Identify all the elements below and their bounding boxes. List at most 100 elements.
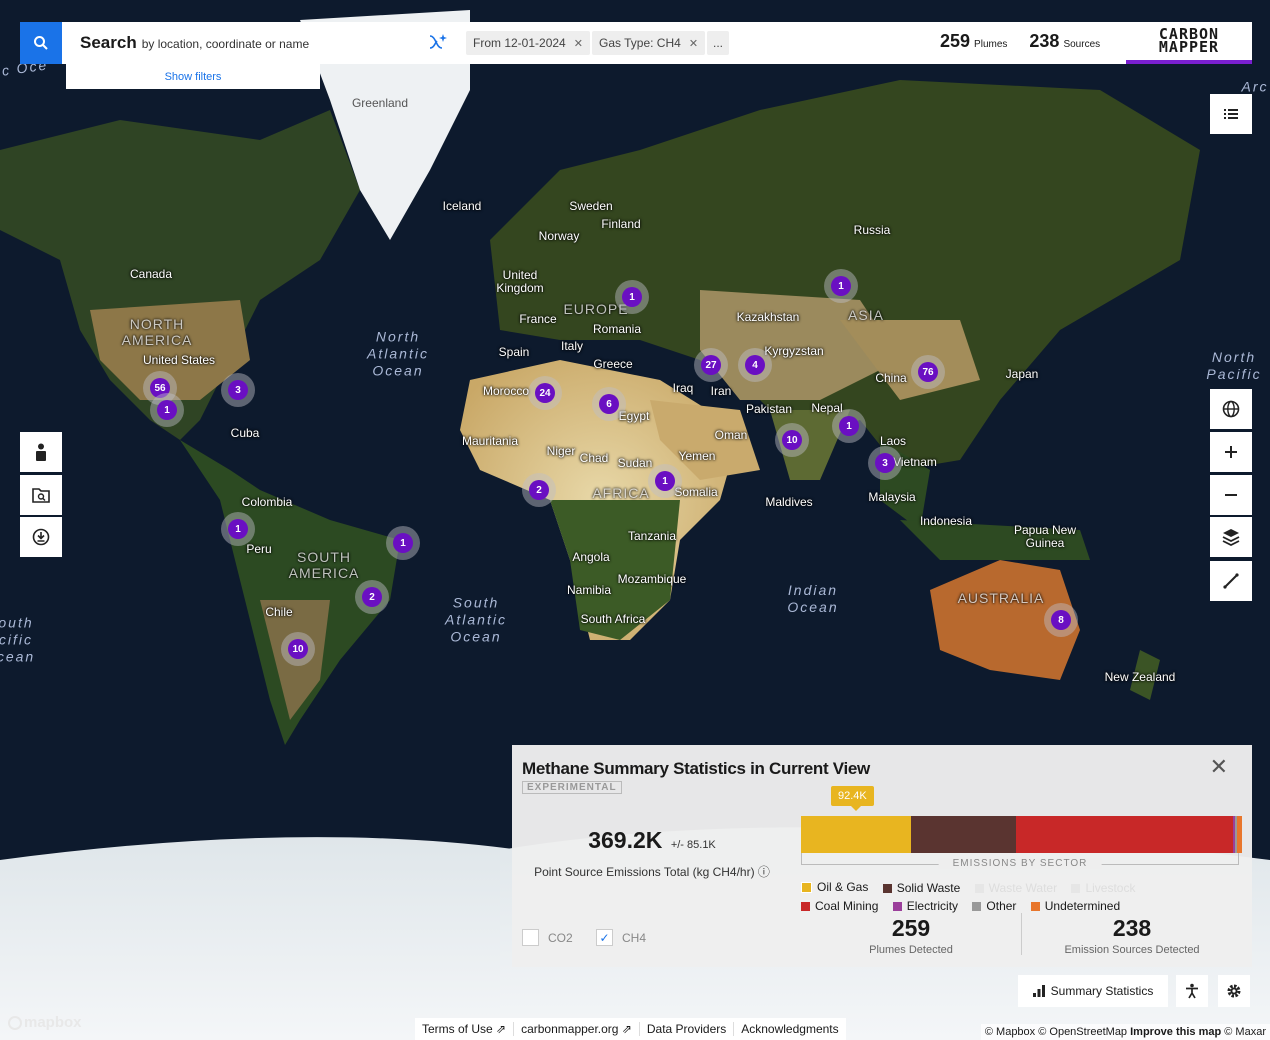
list-view-button[interactable] — [1210, 94, 1252, 134]
search-placeholder: by location, coordinate or name — [141, 37, 310, 51]
plume-cluster-marker[interactable]: 1 — [648, 464, 682, 498]
checkbox-co2[interactable] — [522, 929, 539, 946]
map-label-russia: Russia — [853, 223, 891, 237]
filter-sparkle-icon[interactable] — [428, 32, 448, 52]
plume-cluster-marker[interactable]: 2 — [355, 580, 389, 614]
layers-button[interactable] — [1210, 517, 1252, 557]
summary-statistics-label: Summary Statistics — [1050, 984, 1154, 998]
show-filters-link[interactable]: Show filters — [66, 64, 320, 89]
acknowledgments-link[interactable]: Acknowledgments — [734, 1022, 845, 1036]
plume-cluster-marker[interactable]: 1 — [150, 393, 184, 427]
plume-cluster-marker[interactable]: 3 — [221, 373, 255, 407]
search-button[interactable] — [20, 22, 62, 64]
plumes-count: 259 Plumes — [940, 31, 1008, 51]
checkbox-ch4[interactable]: ✓ — [596, 929, 613, 946]
attribution-osm[interactable]: © OpenStreetMap — [1038, 1026, 1127, 1038]
legend-item[interactable]: Waste Water — [974, 880, 1057, 897]
summary-statistics-button[interactable]: Summary Statistics — [1018, 975, 1168, 1007]
map-label-kazakhstan: Kazakhstan — [736, 310, 800, 324]
legend-item[interactable]: Oil & Gas — [801, 879, 868, 896]
legend-item[interactable]: Electricity — [892, 898, 958, 915]
plume-cluster-marker[interactable]: 1 — [615, 280, 649, 314]
search-input[interactable]: Search by location, coordinate or name — [80, 33, 309, 53]
download-icon — [32, 528, 50, 546]
sector-emissions-bar[interactable] — [801, 816, 1242, 853]
map-label-sudan: Sudan — [617, 456, 653, 470]
mapbox-logo[interactable]: mapbox — [8, 1014, 82, 1031]
plume-cluster-marker[interactable]: 10 — [281, 632, 315, 666]
attribution-maxar[interactable]: © Maxar — [1224, 1026, 1266, 1038]
terms-link[interactable]: Terms of Use ⇗ — [415, 1022, 515, 1036]
bar-segment-solid-waste[interactable] — [911, 816, 1016, 853]
plume-cluster-marker[interactable]: 1 — [832, 409, 866, 443]
zoom-in-button[interactable] — [1210, 432, 1252, 472]
plume-cluster-marker[interactable]: 6 — [592, 387, 626, 421]
plume-cluster-marker[interactable]: 3 — [868, 446, 902, 480]
map-label-namibia: Namibia — [566, 583, 612, 597]
map-label-norway: Norway — [538, 229, 580, 243]
carbonmapper-link[interactable]: carbonmapper.org ⇗ — [514, 1022, 640, 1036]
map-label-oman: Oman — [714, 428, 748, 442]
bar-tooltip: 92.4K — [831, 786, 874, 811]
map-label-iraq: Iraq — [672, 381, 694, 395]
gas-toggle-co2[interactable]: CO2 — [522, 929, 573, 946]
data-providers-link[interactable]: Data Providers — [640, 1022, 735, 1036]
map-label-north-america: NORTH AMERICA — [121, 316, 193, 348]
plume-cluster-marker[interactable]: 1 — [221, 512, 255, 546]
filter-chip-gas[interactable]: Gas Type: CH4 ✕ — [592, 31, 706, 55]
improve-map-link[interactable]: Improve this map — [1130, 1026, 1221, 1038]
plume-cluster-marker[interactable]: 4 — [738, 348, 772, 382]
map-label-greenland: Greenland — [351, 96, 409, 110]
sources-detected-label: Emission Sources Detected — [1064, 944, 1200, 956]
map-label-south-atlantic: South Atlantic Ocean — [445, 594, 507, 645]
map-label-indian-ocean: Indian Ocean — [787, 582, 839, 615]
plume-cluster-marker[interactable]: 1 — [386, 526, 420, 560]
person-button[interactable] — [20, 432, 62, 472]
zoom-out-button[interactable] — [1210, 475, 1252, 515]
list-icon — [1224, 109, 1238, 119]
plume-cluster-marker[interactable]: 76 — [911, 355, 945, 389]
plume-cluster-marker[interactable]: 24 — [528, 376, 562, 410]
accessibility-button[interactable] — [1176, 975, 1208, 1007]
plume-cluster-marker[interactable]: 8 — [1044, 603, 1078, 637]
legend-item[interactable]: Other — [972, 898, 1016, 915]
map-label-malaysia: Malaysia — [868, 490, 916, 504]
legend-item[interactable]: Solid Waste — [882, 880, 960, 897]
gas-toggle-ch4[interactable]: ✓ CH4 — [596, 929, 646, 946]
map-label-iran: Iran — [710, 384, 732, 398]
filter-chip-date[interactable]: From 12-01-2024 ✕ — [466, 31, 590, 55]
person-icon — [36, 443, 46, 461]
download-button[interactable] — [20, 517, 62, 557]
plume-cluster-marker[interactable]: 1 — [824, 269, 858, 303]
plume-cluster-marker[interactable]: 27 — [694, 348, 728, 382]
legend-item[interactable]: Undetermined — [1030, 898, 1120, 915]
carbon-mapper-logo[interactable]: CARBON MAPPER — [1126, 22, 1252, 64]
map-label-finland: Finland — [601, 217, 641, 231]
bar-segment-undetermined[interactable] — [1237, 816, 1242, 853]
legend-item[interactable]: Coal Mining — [801, 898, 878, 915]
map-label-sweden: Sweden — [569, 199, 613, 213]
folder-search-button[interactable] — [20, 475, 62, 515]
map-label-greece: Greece — [593, 357, 633, 371]
map-label-japan: Japan — [1005, 367, 1039, 381]
filter-chip-label: From 12-01-2024 — [473, 36, 566, 50]
globe-button[interactable] — [1210, 389, 1252, 429]
map-label-north-atlantic: North Atlantic Ocean — [367, 328, 429, 379]
filter-more-button[interactable]: ... — [707, 31, 730, 55]
close-icon[interactable]: ✕ — [574, 37, 583, 50]
sources-detected: 238 Emission Sources Detected — [1052, 915, 1212, 956]
bar-segment-oil-gas[interactable] — [801, 816, 912, 853]
plume-cluster-marker[interactable]: 2 — [522, 473, 556, 507]
bar-axis: EMISSIONS BY SECTOR — [801, 853, 1239, 869]
attribution-mapbox[interactable]: © Mapbox — [985, 1026, 1035, 1038]
close-icon[interactable]: ✕ — [1210, 756, 1228, 778]
legend-item[interactable]: Livestock — [1071, 880, 1135, 897]
plume-cluster-marker[interactable]: 10 — [775, 423, 809, 457]
settings-button[interactable] — [1218, 975, 1250, 1007]
total-emissions-label: Point Source Emissions Total (kg CH4/hr)… — [534, 865, 770, 879]
map-label-china: China — [875, 371, 907, 385]
measure-button[interactable] — [1210, 561, 1252, 601]
bar-segment-coal-mining[interactable] — [1015, 816, 1234, 853]
map-label-united-states: United States — [142, 353, 216, 367]
close-icon[interactable]: ✕ — [689, 37, 698, 50]
